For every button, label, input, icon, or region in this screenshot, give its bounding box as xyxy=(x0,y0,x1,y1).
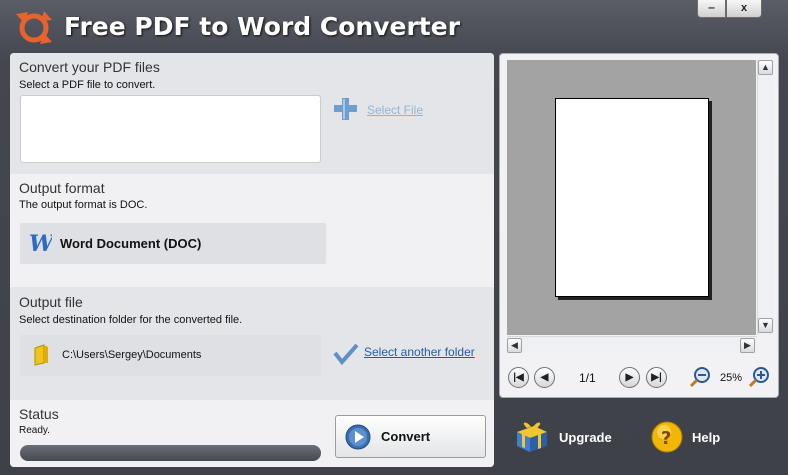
title-bar[interactable]: Free PDF to Word Converter ‒ x xyxy=(0,0,788,52)
help-label: Help xyxy=(692,430,721,445)
help-button[interactable]: ? Help xyxy=(651,418,731,460)
output-section-title: Output file xyxy=(19,294,83,310)
format-label: Word Document (DOC) xyxy=(60,236,202,251)
word-icon-letter: W xyxy=(29,232,52,254)
last-page-icon[interactable]: ▶| xyxy=(646,367,667,388)
horizontal-scrollbar[interactable]: ◀ ▶ xyxy=(507,336,757,353)
refresh-arrows-icon xyxy=(16,11,52,44)
zoom-out-icon[interactable] xyxy=(689,366,711,388)
prev-page-icon[interactable]: ◀ xyxy=(534,367,555,388)
format-selector[interactable]: W Word Document (DOC) xyxy=(20,223,326,264)
scroll-right-icon[interactable]: ▶ xyxy=(740,338,755,353)
select-another-folder-link[interactable]: Select another folder xyxy=(364,345,475,359)
minimize-button[interactable]: ‒ xyxy=(697,0,726,18)
svg-text:?: ? xyxy=(661,428,671,449)
preview-page xyxy=(555,98,709,297)
preview-panel: ▲ ▼ ◀ ▶ |◀ ◀ 1/1 ▶ ▶| 25% xyxy=(499,53,779,398)
select-file-link[interactable]: Select File xyxy=(367,103,423,117)
input-section-subtitle: Select a PDF file to convert. xyxy=(19,79,156,91)
zoom-in-icon[interactable] xyxy=(748,366,770,388)
preview-area[interactable] xyxy=(507,60,756,335)
zoom-level: 25% xyxy=(720,372,743,384)
input-section-title: Convert your PDF files xyxy=(19,59,160,75)
progress-bar xyxy=(20,445,321,461)
output-section: Output file Select destination folder fo… xyxy=(10,287,494,400)
plus-icon[interactable] xyxy=(333,97,357,121)
scroll-down-icon[interactable]: ▼ xyxy=(758,318,773,333)
format-section-subtitle: The output format is DOC. xyxy=(19,199,148,211)
file-drop-area[interactable] xyxy=(20,95,321,163)
app-title: Free PDF to Word Converter xyxy=(64,12,461,41)
close-button[interactable]: x xyxy=(726,0,762,18)
help-icon: ? xyxy=(651,421,683,453)
first-page-icon[interactable]: |◀ xyxy=(508,367,529,388)
status-title: Status xyxy=(19,406,59,422)
convert-label: Convert xyxy=(381,429,431,444)
input-section: Convert your PDF files Select a PDF file… xyxy=(10,53,494,174)
play-icon xyxy=(345,424,371,450)
checkmark-icon[interactable] xyxy=(333,343,359,365)
left-panel: Convert your PDF files Select a PDF file… xyxy=(10,53,494,467)
vertical-scrollbar[interactable]: ▲ ▼ xyxy=(757,60,774,335)
status-section: Status Ready. Convert xyxy=(10,400,494,467)
folder-path: C:\Users\Sergey\Documents xyxy=(62,349,202,361)
scroll-left-icon[interactable]: ◀ xyxy=(507,338,522,353)
output-section-subtitle: Select destination folder for the conver… xyxy=(19,314,243,326)
convert-button[interactable]: Convert xyxy=(335,415,486,458)
folder-path-box[interactable]: C:\Users\Sergey\Documents xyxy=(20,335,321,376)
next-page-icon[interactable]: ▶ xyxy=(619,367,640,388)
folder-icon xyxy=(34,344,48,366)
upgrade-label: Upgrade xyxy=(559,430,612,445)
upgrade-button[interactable]: Upgrade xyxy=(514,418,624,460)
status-text: Ready. xyxy=(19,425,50,436)
word-icon: W xyxy=(29,232,52,254)
page-indicator: 1/1 xyxy=(579,371,596,385)
app-window: Free PDF to Word Converter ‒ x Convert y… xyxy=(0,0,788,475)
scroll-up-icon[interactable]: ▲ xyxy=(758,60,773,75)
format-section-title: Output format xyxy=(19,180,105,196)
format-section: Output format The output format is DOC. … xyxy=(10,174,494,287)
gift-box-icon xyxy=(517,422,547,452)
